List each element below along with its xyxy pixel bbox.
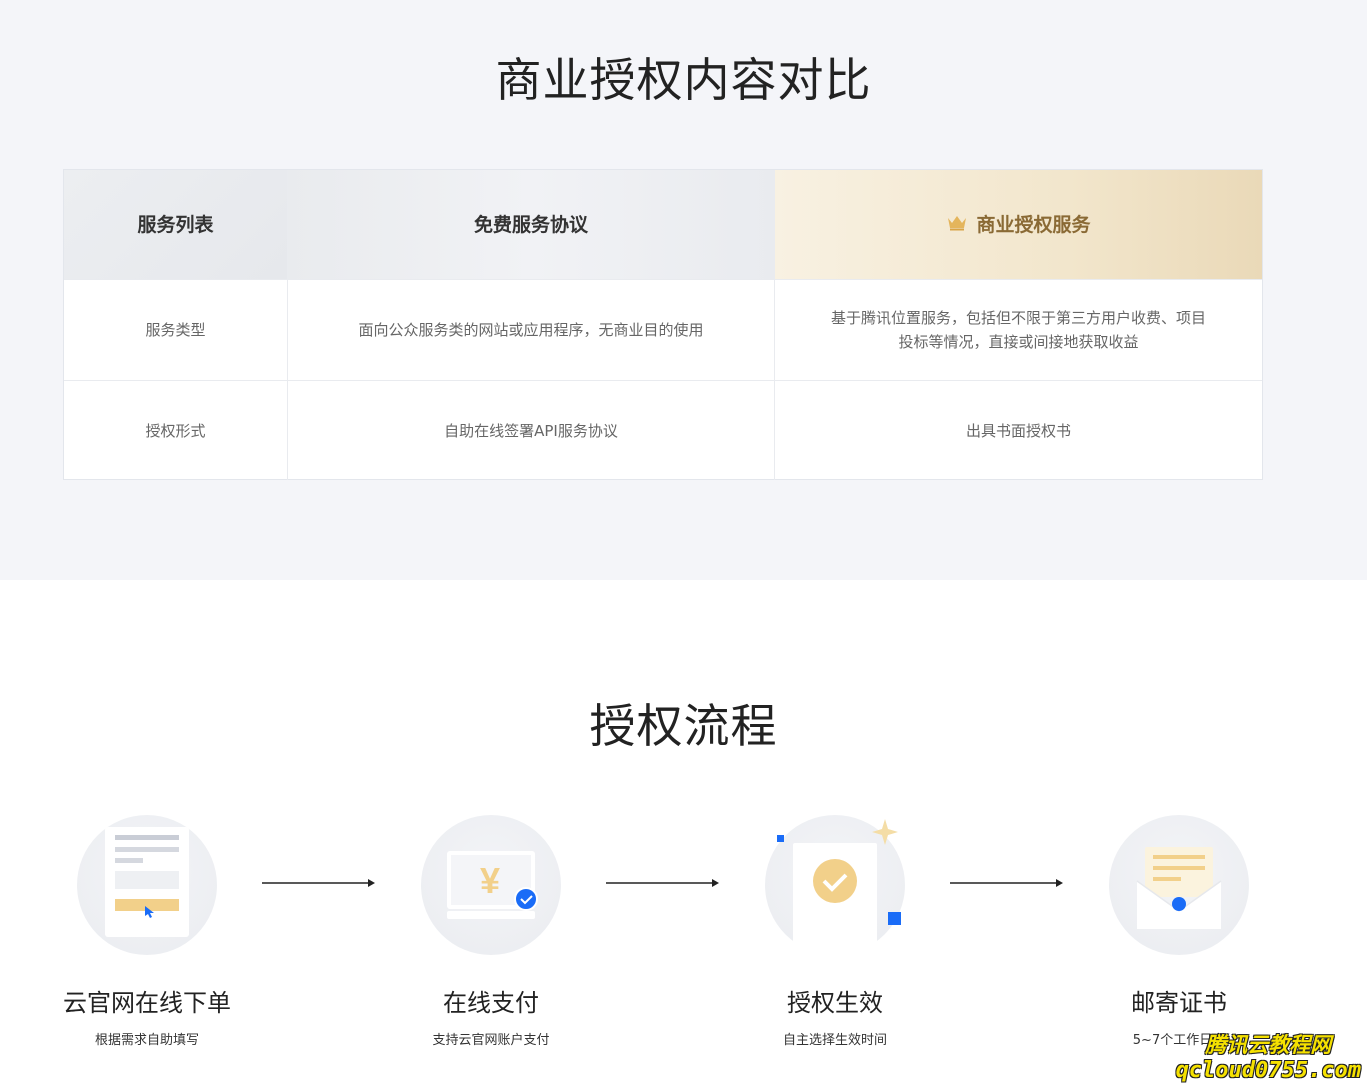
certificate-check-icon [777, 819, 901, 955]
row-label: 服务类型 [64, 280, 288, 380]
step-label: 在线支付 [443, 989, 539, 1017]
arrow-icon [606, 879, 719, 887]
compare-table: 服务列表 免费服务协议 商业授权服务 服务类型 面向公众服务类的网站或应用程序，… [63, 169, 1263, 480]
payment-icon: ¥ [447, 851, 538, 919]
crown-icon [946, 213, 968, 237]
order-form-icon [105, 827, 189, 937]
table-row: 授权形式 自助在线签署API服务协议 出具书面授权书 [64, 380, 1262, 480]
step-desc: 自主选择生效时间 [782, 1033, 887, 1048]
step-label: 邮寄证书 [1131, 989, 1227, 1017]
watermark-line2: qcloud0755.com [1175, 1058, 1361, 1083]
step-desc: 根据需求自助填写 [94, 1033, 199, 1048]
free-value: 面向公众服务类的网站或应用程序，无商业目的使用 [288, 280, 775, 380]
free-value: 自助在线签署API服务协议 [288, 381, 775, 480]
arrow-icon [950, 879, 1063, 887]
header-commercial-license: 商业授权服务 [775, 170, 1262, 279]
commercial-value: 基于腾讯位置服务，包括但不限于第三方用户收费、项目投标等情况，直接或间接地获取收… [830, 309, 1206, 351]
compare-title: 商业授权内容对比 [495, 53, 872, 107]
watermark: 腾讯云教程网 qcloud0755.com [1176, 1033, 1361, 1083]
table-header-row: 服务列表 免费服务协议 商业授权服务 [64, 170, 1262, 279]
commercial-value: 出具书面授权书 [965, 421, 1071, 440]
arrow-icon [262, 879, 375, 887]
step-desc: 支持云官网账户支付 [432, 1033, 550, 1048]
mail-envelope-icon [1136, 847, 1222, 929]
watermark-line1: 腾讯云教程网 [1205, 1033, 1332, 1057]
row-label: 授权形式 [64, 381, 288, 480]
table-row: 服务类型 面向公众服务类的网站或应用程序，无商业目的使用 基于腾讯位置服务，包括… [64, 279, 1262, 380]
step-label: 云官网在线下单 [63, 989, 231, 1017]
flow-title: 授权流程 [589, 699, 778, 753]
svg-text:¥: ¥ [480, 860, 500, 901]
step-label: 授权生效 [787, 989, 883, 1017]
header-free-agreement: 免费服务协议 [288, 170, 775, 279]
compare-section: 商业授权内容对比 服务列表 免费服务协议 商业授权服务 服务类型 面向公众服务类… [0, 0, 1367, 580]
header-service-list: 服务列表 [64, 170, 288, 279]
